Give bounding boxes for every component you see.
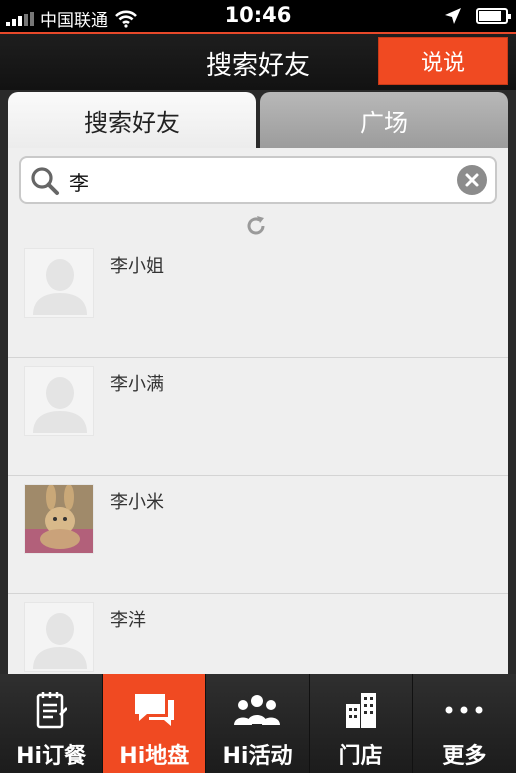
tab-label: 门店 [338,744,383,769]
post-status-button[interactable]: 说说 [378,37,508,85]
tab-label: 更多 [442,744,487,769]
tab-stores[interactable]: 门店 [310,674,413,773]
building-icon [345,693,376,728]
avatar [24,248,94,318]
segment-tabs: 搜索好友 广场 [8,90,508,148]
avatar [24,602,94,672]
tab-events[interactable]: Hi活动 [206,674,310,773]
battery-icon [476,8,511,24]
nav-bar: 搜索好友 说说 [0,32,516,90]
menu-notepad-icon [36,692,68,729]
refresh-icon[interactable] [244,214,268,238]
results-panel: 李小姐 李小满 [8,148,508,674]
tab-label: Hi地盘 [119,744,190,769]
photo-avatar-icon [25,485,93,553]
search-bar [19,156,497,204]
content-card: 搜索好友 广场 李 李小姐 李小满 李小米 李洋 [8,90,508,674]
friend-name: 李小满 [110,374,164,395]
clear-search-icon[interactable] [457,165,487,195]
friend-name: 李小米 [110,492,164,513]
list-item[interactable]: 李小姐 [8,240,508,358]
default-avatar-icon [33,377,87,433]
tab-square[interactable]: 广场 [260,92,508,148]
default-avatar-icon [33,613,87,669]
tab-label: Hi订餐 [16,744,87,769]
friend-results-list: 李小姐 李小满 李小米 李洋 [8,240,508,674]
list-item[interactable]: 李洋 [8,594,508,674]
bottom-tab-bar: Hi订餐 Hi地盘 Hi活动 门店 更多 [0,674,516,773]
chat-bubbles-icon [135,694,175,726]
tab-my-territory[interactable]: Hi地盘 [103,674,207,773]
avatar [24,366,94,436]
search-input[interactable] [69,166,449,196]
search-icon [31,167,59,195]
tab-label: Hi活动 [222,744,293,769]
people-group-icon [234,695,281,725]
list-item[interactable]: 李小米 [8,476,508,594]
friend-name: 李小姐 [110,256,164,277]
location-arrow-icon [445,8,461,24]
avatar [24,484,94,554]
status-time: 10:46 [224,3,292,27]
default-avatar-icon [33,259,87,315]
tab-order-food[interactable]: Hi订餐 [0,674,104,773]
tab-more[interactable]: 更多 [413,674,516,773]
status-right [444,7,511,25]
friend-name: 李洋 [110,610,146,631]
more-dots-icon [445,706,483,714]
status-bar: 中国联通 10:46 [0,0,516,32]
list-item[interactable]: 李小满 [8,358,508,476]
tab-search-friends[interactable]: 搜索好友 [8,92,256,148]
